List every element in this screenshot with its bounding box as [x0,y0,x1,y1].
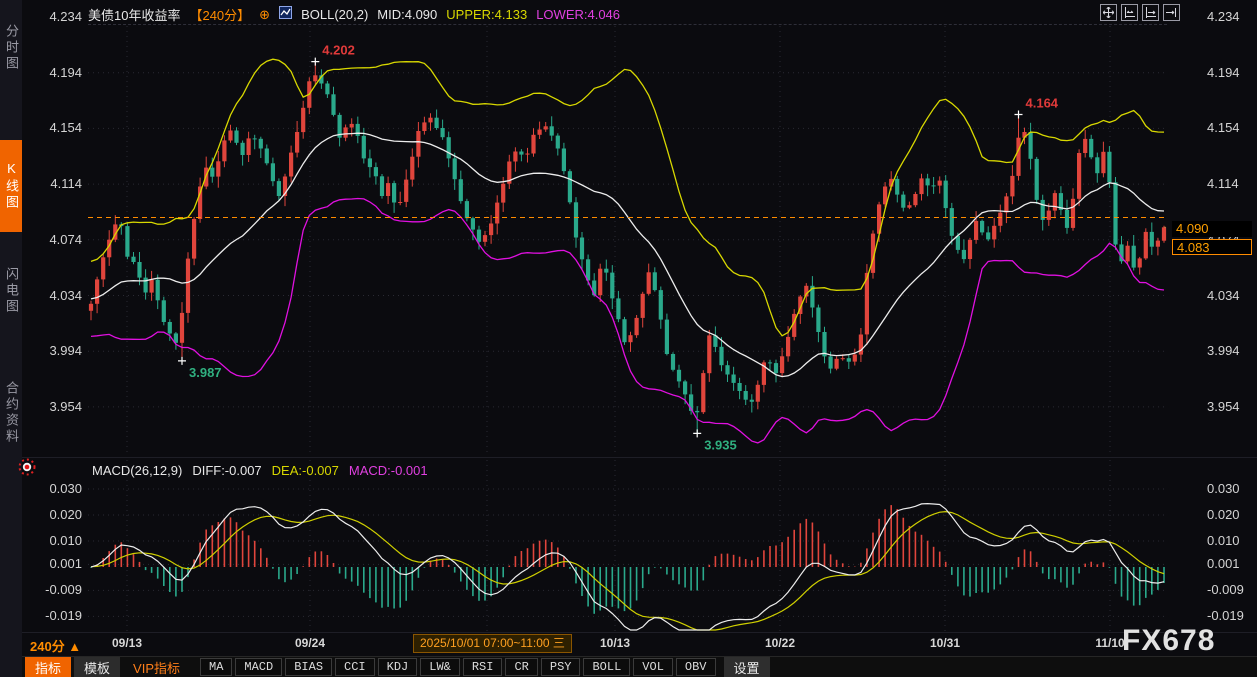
macd-y-axis-label-right: 0.020 [1207,507,1257,522]
add-circle-icon[interactable]: ⊕ [259,8,270,21]
chart-toolbar-top [1100,4,1180,21]
y-axis-label-right: 4.234 [1207,9,1257,24]
sidebar-tab-candle-chart[interactable]: K线图 [0,140,22,232]
indicator-toolbar: 指标 模板 VIP指标 MA MACD BIAS CCI KDJ LW& RSI… [22,656,1257,677]
indicator-tab-macd[interactable]: MACD [235,658,282,676]
macd-y-axis-label-right: 0.010 [1207,533,1257,548]
panel-divider[interactable] [22,457,1257,458]
y-axis-label: 3.954 [24,399,82,414]
fx678-watermark: FX678 [1122,624,1215,658]
svg-text:4.202: 4.202 [322,43,355,58]
last-price-box: 4.083 [1172,239,1252,255]
indicator-tab-boll[interactable]: BOLL [583,658,630,676]
axis-compress-icon[interactable] [1121,4,1138,21]
boll-upper-value: UPPER:4.133 [446,7,527,22]
indicator-tab-lw[interactable]: LW& [420,658,460,676]
x-axis-tick-label: 09/13 [112,636,142,650]
y-axis-label: 4.154 [24,120,82,135]
x-axis-tick-label: 10/22 [765,636,795,650]
macd-y-axis-label-right: -0.019 [1207,608,1257,623]
boll-mid-value: MID:4.090 [377,7,437,22]
chart-application: 分时图 K线图 闪电图 合约资料 美债10年收益率 【240分】 ⊕ BOLL(… [0,0,1257,677]
boll-params-label: BOLL(20,2) [301,7,368,22]
macd-macd-value: MACD:-0.001 [349,463,428,478]
indicator-tab-kdj[interactable]: KDJ [378,658,418,676]
y-axis-label-right: 4.194 [1207,65,1257,80]
bollinger-upper-line [91,59,1164,336]
indicator-tab-psy[interactable]: PSY [541,658,581,676]
macd-y-axis-label: 0.020 [24,507,82,522]
macd-y-axis-label: -0.009 [24,582,82,597]
y-axis-label-right: 3.994 [1207,343,1257,358]
bollinger-mid-line [91,133,1164,376]
svg-text:3.935: 3.935 [704,437,737,452]
settings-button[interactable]: 设置 [724,657,770,677]
x-axis-tick-label: 11/10 [1095,636,1124,650]
macd-params-label: MACD(26,12,9) [92,463,182,478]
indicator-tab-vol[interactable]: VOL [633,658,673,676]
macd-dea-line [91,512,1164,630]
indicator-tab-bias[interactable]: BIAS [285,658,332,676]
chart-header: 美债10年收益率 【240分】 ⊕ BOLL(20,2) MID:4.090 U… [88,4,620,24]
x-axis-tick-label: 10/31 [930,636,960,650]
macd-y-axis-label: -0.019 [24,608,82,623]
macd-y-axis-label: 0.030 [24,481,82,496]
macd-diff-line [91,504,1164,630]
vip-indicator-button[interactable]: VIP指标 [123,657,190,677]
y-axis-label-right: 4.114 [1207,176,1257,191]
grid [88,26,1167,456]
interval-tag[interactable]: 【240分】 [189,5,250,24]
axis-expand-icon[interactable] [1142,4,1159,21]
macd-dea-value: DEA:-0.007 [272,463,339,478]
svg-text:4.164: 4.164 [1026,96,1059,111]
pan-icon[interactable] [1100,4,1117,21]
macd-header: MACD(26,12,9) DIFF:-0.007 DEA:-0.007 MAC… [92,463,428,478]
macd-y-axis-label-right: 0.001 [1207,556,1257,571]
indicator-button[interactable]: 指标 [25,657,71,677]
svg-text:3.987: 3.987 [189,365,222,380]
boll-mid-price-box: 4.090 [1172,221,1252,237]
pan-right-icon[interactable] [1163,4,1180,21]
sidebar-tab-lightning-chart[interactable]: 闪电图 [0,248,22,334]
macd-y-axis-label: 0.001 [24,556,82,571]
bollinger-lower-line [91,199,1164,443]
indicator-tab-cci[interactable]: CCI [335,658,375,676]
y-axis-label-right: 4.154 [1207,120,1257,135]
y-axis-label-right: 4.034 [1207,288,1257,303]
indicator-tab-obv[interactable]: OBV [676,658,716,676]
sidebar-tab-timeline-chart[interactable]: 分时图 [0,6,22,90]
sidebar: 分时图 K线图 闪电图 合约资料 [0,0,22,677]
sidebar-tab-contract-info[interactable]: 合约资料 [0,352,22,474]
y-axis-label-right: 3.954 [1207,399,1257,414]
macd-y-axis-label-right: 0.030 [1207,481,1257,496]
candles-group [89,62,1166,434]
axis-divider [22,632,1257,633]
y-axis-label: 3.994 [24,343,82,358]
live-alert-icon [18,458,36,481]
macd-y-axis-label-right: -0.009 [1207,582,1257,597]
selected-bar-time-label: 2025/10/01 07:00~11:00 三 [413,634,572,653]
y-axis-label: 4.114 [24,176,82,191]
y-axis-label: 4.074 [24,232,82,247]
y-axis-label: 4.034 [24,288,82,303]
indicator-tab-cr[interactable]: CR [505,658,537,676]
y-axis-label: 4.194 [24,65,82,80]
y-axis-label: 4.234 [24,9,82,24]
indicator-tab-rsi[interactable]: RSI [463,658,503,676]
chart-style-icon[interactable] [279,6,292,22]
boll-lower-value: LOWER:4.046 [536,7,620,22]
grid-top-line [88,24,1167,25]
x-axis-tick-label: 09/24 [295,636,325,650]
macd-chart[interactable] [88,460,1167,632]
indicator-tab-ma[interactable]: MA [200,658,232,676]
x-axis-tick-label: 10/13 [600,636,630,650]
macd-diff-value: DIFF:-0.007 [192,463,261,478]
interval-axis-button[interactable]: 240分 ▲ [30,636,81,655]
macd-y-axis-label: 0.010 [24,533,82,548]
symbol-title: 美债10年收益率 [88,5,180,24]
candlestick-chart[interactable]: 4.202 3.987 4.164 3.935 [88,26,1167,456]
template-button[interactable]: 模板 [74,657,120,677]
